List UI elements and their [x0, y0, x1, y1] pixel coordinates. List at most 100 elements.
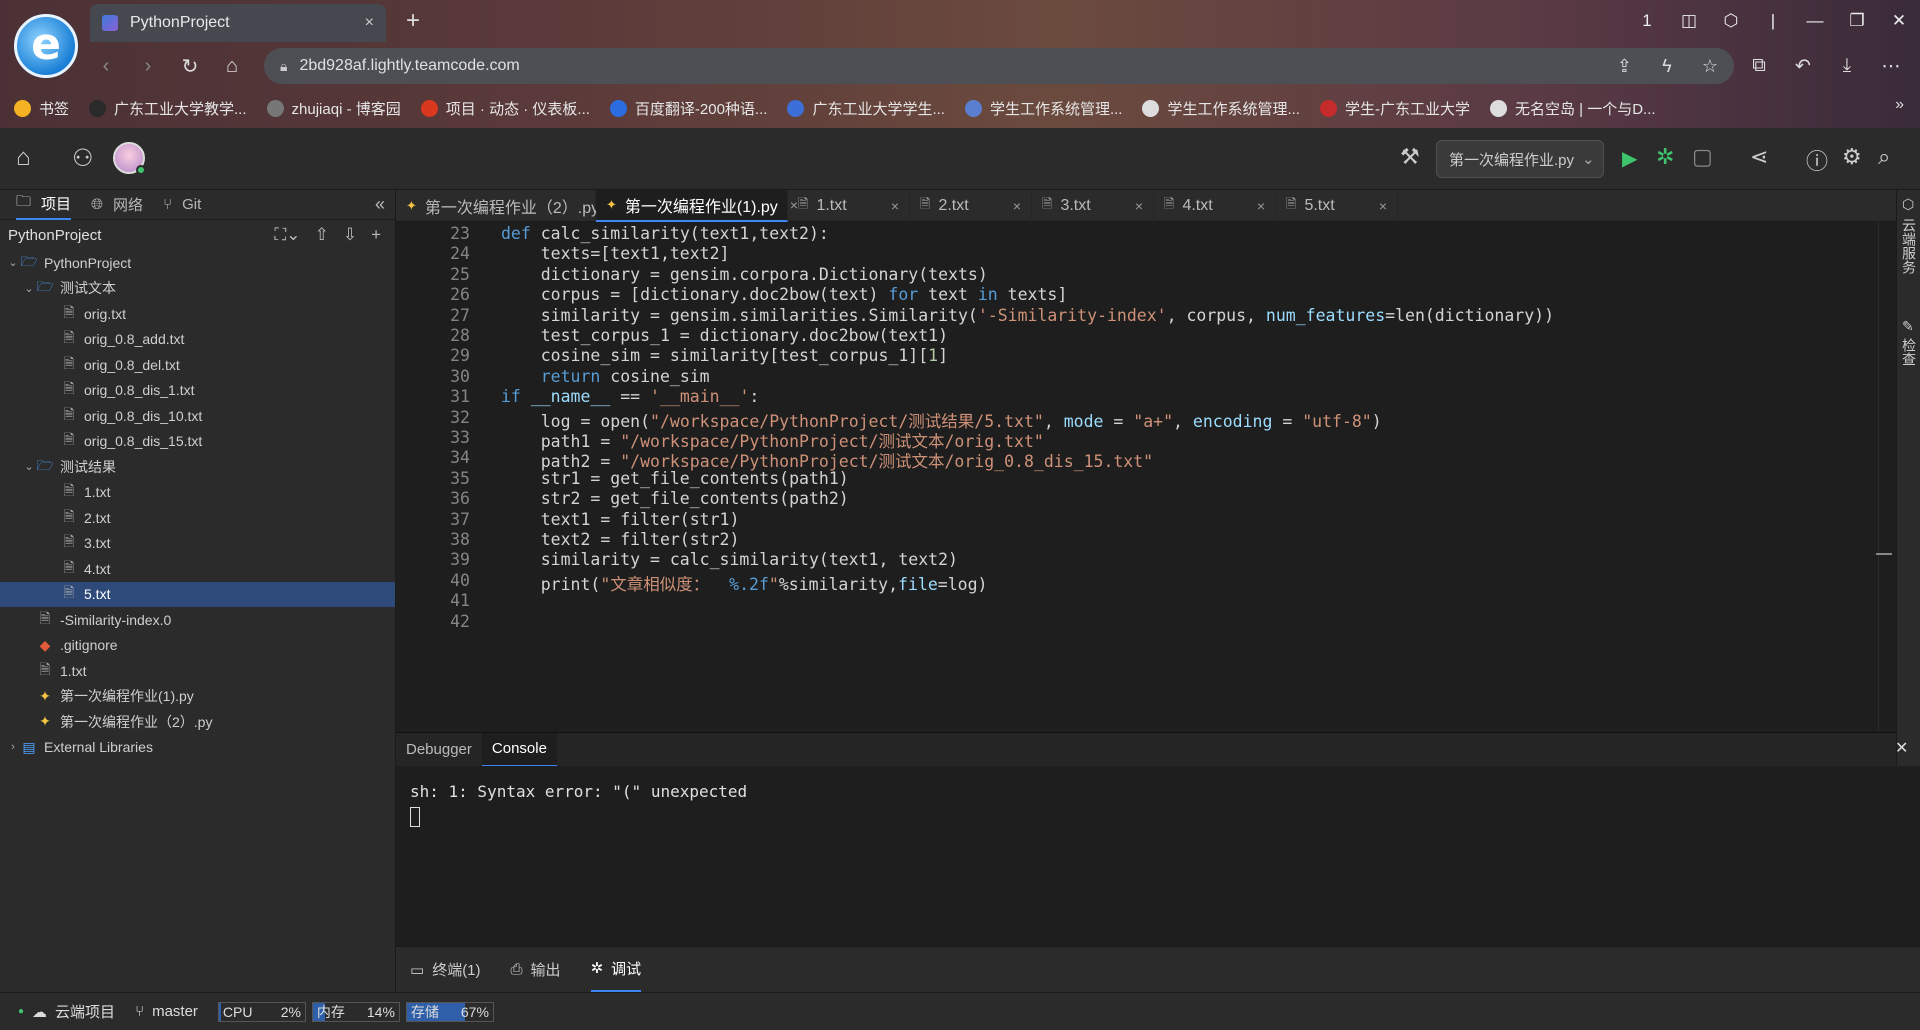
hammer-icon[interactable]: ⚒: [1400, 144, 1420, 170]
tab-debug[interactable]: ✲ 调试: [590, 947, 642, 993]
skin-icon[interactable]: ⬡: [1710, 11, 1752, 31]
close-tab-icon[interactable]: ×: [1013, 198, 1021, 214]
bookmark-item[interactable]: 项目 · 动态 · 仪表板...: [420, 98, 590, 119]
browser-tab-close-icon[interactable]: ×: [365, 14, 374, 32]
inspect-tab[interactable]: 检查: [1899, 338, 1919, 366]
close-tab-icon[interactable]: ×: [1379, 198, 1387, 214]
share-icon[interactable]: ⋖: [1750, 144, 1768, 170]
tree-expander-icon[interactable]: ⌄: [6, 256, 20, 269]
editor-tab[interactable]: 🗎︎ 3.txt ×: [1032, 190, 1154, 222]
cloud-project-status[interactable]: ● ☁ 云端项目: [18, 1001, 115, 1022]
search-icon[interactable]: ⌕: [1878, 144, 1890, 170]
tree-expander-icon[interactable]: ⌄: [22, 460, 36, 473]
console-output[interactable]: sh: 1: Syntax error: "(" unexpected: [396, 766, 1920, 946]
bookmark-item[interactable]: 广东工业大学学生...: [787, 98, 945, 119]
tree-item[interactable]: 🗎︎ 2.txt: [0, 505, 395, 531]
tab-output[interactable]: ⎙ 输出: [511, 947, 561, 993]
bookmark-item[interactable]: 广东工业大学教学...: [89, 98, 247, 119]
bookmark-item[interactable]: 书签: [14, 98, 69, 119]
new-tab-button[interactable]: +: [398, 6, 428, 36]
tab-console[interactable]: Console: [481, 732, 557, 767]
stop-icon[interactable]: ▢: [1692, 144, 1713, 170]
tree-item[interactable]: ◆ .gitignore: [0, 633, 395, 659]
add-user-icon[interactable]: ⚇: [72, 144, 94, 173]
editor-tab[interactable]: ✦ 第一次编程作业(1).py ×: [596, 190, 798, 222]
tab-network[interactable]: 🌐︎ 网络: [91, 190, 143, 220]
editor-tab[interactable]: 🗎︎ 1.txt ×: [788, 190, 910, 222]
tree-item[interactable]: 🗎︎ 1.txt: [0, 658, 395, 684]
tab-project[interactable]: 🗀︎ 项目: [16, 190, 72, 220]
code-editor[interactable]: 23 def calc_similarity(text1,text2): 24 te…: [396, 222, 1896, 732]
close-tab-icon[interactable]: ×: [1135, 198, 1143, 214]
tree-item[interactable]: 🗎︎ 4.txt: [0, 556, 395, 582]
game-icon[interactable]: ◫: [1668, 11, 1710, 31]
debug-bug-icon[interactable]: ✲: [1656, 144, 1674, 170]
forward-icon[interactable]: ›: [132, 55, 164, 78]
tree-item[interactable]: ✦ 第一次编程作业(1).py: [0, 684, 395, 710]
editor-tab[interactable]: ✦第一次编程作业（2）.py×: [396, 190, 619, 222]
bookmark-item[interactable]: 无名空岛 | 一个与D...: [1489, 98, 1656, 119]
run-config-select[interactable]: 第一次编程作业.py ⌄: [1436, 140, 1604, 178]
editor-scrollbar[interactable]: [1878, 222, 1894, 732]
gear-icon[interactable]: ⚙: [1842, 144, 1862, 170]
editor-tab[interactable]: 🗎︎ 4.txt ×: [1154, 190, 1276, 222]
tree-item[interactable]: 🗎︎ 3.txt: [0, 531, 395, 557]
minimize-button[interactable]: —: [1794, 11, 1836, 31]
editor-tab[interactable]: 🗎︎ 5.txt ×: [1276, 190, 1398, 222]
tree-expander-icon[interactable]: ⌄: [22, 282, 36, 295]
share-icon[interactable]: ⇪: [1617, 56, 1632, 76]
tree-expander-icon[interactable]: ›: [6, 741, 20, 753]
reader-icon[interactable]: 1: [1626, 11, 1668, 31]
tree-item[interactable]: 🗎︎ orig_0.8_add.txt: [0, 327, 395, 353]
tree-item[interactable]: ⌄ 🗁︎ PythonProject: [0, 250, 395, 276]
git-branch-status[interactable]: ⑂ master: [135, 1003, 198, 1020]
tree-item[interactable]: ⌄ 🗁︎ 测试文本: [0, 276, 395, 302]
editor-tab[interactable]: 🗎︎ 2.txt ×: [910, 190, 1032, 222]
tree-item[interactable]: 🗎︎ orig_0.8_dis_10.txt: [0, 403, 395, 429]
reload-icon[interactable]: ↻: [174, 54, 206, 79]
back-icon[interactable]: ‹: [90, 55, 122, 78]
cube-icon[interactable]: ⬡: [1902, 196, 1914, 213]
close-window-button[interactable]: ✕: [1878, 11, 1920, 31]
tree-item[interactable]: ⌄ 🗁︎ 测试结果: [0, 454, 395, 480]
undo-icon[interactable]: ↶: [1786, 55, 1820, 78]
bookmark-item[interactable]: zhujiaqi - 博客园: [266, 98, 401, 119]
download-icon[interactable]: ⤓: [1830, 55, 1864, 77]
bookmark-item[interactable]: 学生工作系统管理...: [1142, 98, 1300, 119]
upload-icon[interactable]: ⇧: [315, 225, 329, 245]
close-tab-icon[interactable]: ×: [891, 198, 899, 214]
bookmark-item[interactable]: 学生工作系统管理...: [964, 98, 1122, 119]
tree-item[interactable]: 🗎︎ orig.txt: [0, 301, 395, 327]
tree-item[interactable]: › ▤ External Libraries: [0, 735, 395, 761]
tree-item[interactable]: 🗎︎ -Similarity-index.0: [0, 607, 395, 633]
bookmark-item[interactable]: 学生-广东工业大学: [1319, 98, 1470, 119]
maximize-button[interactable]: ❐: [1836, 11, 1878, 31]
tree-item[interactable]: 🗎︎ 1.txt: [0, 480, 395, 506]
tree-item[interactable]: 🗎︎ 5.txt: [0, 581, 395, 607]
home-icon[interactable]: ⌂: [16, 144, 31, 172]
tree-item[interactable]: 🗎︎ orig_0.8_dis_15.txt: [0, 429, 395, 455]
cloud-service-tab[interactable]: 云端服务: [1899, 218, 1919, 274]
star-icon[interactable]: ☆: [1702, 56, 1718, 76]
more-icon[interactable]: ⋯: [1874, 55, 1908, 78]
address-bar[interactable]: 🔒︎ 2bd928af.lightly.teamcode.com ⇪ ϟ ☆: [264, 48, 1734, 84]
bookmarks-more-icon[interactable]: »: [1895, 96, 1904, 114]
extensions-icon[interactable]: ⧉: [1742, 55, 1776, 77]
home-icon[interactable]: ⌂: [216, 55, 248, 78]
address-url[interactable]: 2bd928af.lightly.teamcode.com: [299, 57, 1590, 75]
tree-item[interactable]: 🗎︎ orig_0.8_dis_1.txt: [0, 378, 395, 404]
browser-tab-active[interactable]: PythonProject ×: [90, 4, 386, 42]
lightning-icon[interactable]: ϟ: [1662, 56, 1672, 76]
bookmark-item[interactable]: 百度翻译-200种语...: [609, 98, 767, 119]
collapse-sidebar-icon[interactable]: «: [375, 194, 385, 215]
tree-item[interactable]: ✦ 第一次编程作业（2）.py: [0, 709, 395, 735]
tree-item[interactable]: 🗎︎ orig_0.8_del.txt: [0, 352, 395, 378]
tab-git[interactable]: ⑂ Git: [163, 190, 201, 220]
tab-terminal[interactable]: ▭ 终端(1): [410, 947, 481, 993]
close-tab-icon[interactable]: ×: [1257, 198, 1265, 214]
run-icon[interactable]: ▶: [1622, 146, 1637, 171]
add-file-icon[interactable]: +: [371, 225, 381, 245]
download-icon[interactable]: ⇩: [343, 225, 357, 245]
locate-icon[interactable]: ⛶⌄: [274, 225, 300, 245]
tab-debugger[interactable]: Debugger: [396, 733, 482, 767]
